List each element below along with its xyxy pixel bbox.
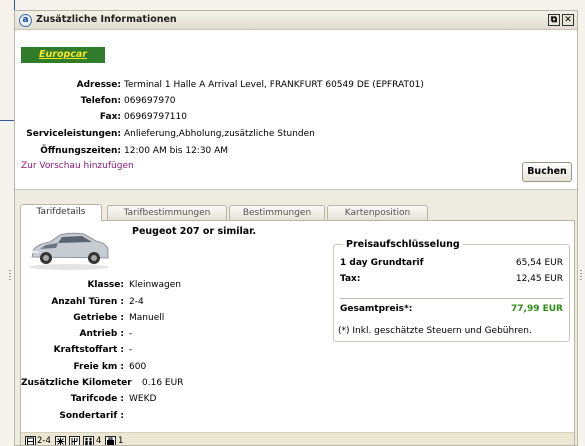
luggage-icon <box>105 436 116 445</box>
detail-label: Kraftstoffart : <box>53 345 124 355</box>
tab-area: Tarifdetails Tarifbestimmungen Bestimmun… <box>15 189 577 446</box>
price-label: Tax: <box>340 274 361 284</box>
detail-row: Zusätzliche Kilometer 0.16 EUR <box>21 377 321 390</box>
passengers-count: 4 <box>96 436 102 446</box>
detail-row: Tarifcode : WEKD <box>21 393 321 406</box>
detail-row: Klasse: Kleinwagen <box>21 279 321 292</box>
hours-value: 12:00 AM bis 12:30 AM <box>124 146 229 156</box>
detail-row: Anzahl Türen : 2-4 <box>21 296 321 309</box>
background-line <box>0 120 14 121</box>
car-door-icon <box>25 436 36 445</box>
detail-label: Klasse: <box>87 280 124 290</box>
car-name: Peugeot 207 or similar. <box>132 226 257 237</box>
tab-kartenposition[interactable]: Kartenposition <box>327 205 428 220</box>
detail-value: Manuell <box>129 313 165 323</box>
detail-value: 2-4 <box>129 297 144 307</box>
detail-row: Antrieb : - <box>21 328 321 341</box>
total-row: Gesamtpreis*: 77,99 EUR <box>340 303 563 316</box>
detail-row: Freie km : 600 <box>21 361 321 374</box>
price-value: 65,54 EUR <box>515 258 563 268</box>
resize-grip-left[interactable] <box>9 270 11 280</box>
detail-row: Sondertarif : <box>21 410 321 423</box>
detail-row: Kraftstoffart : - <box>21 344 321 357</box>
passengers-icon <box>83 436 94 445</box>
background-line <box>14 0 15 10</box>
europcar-logo: Europcar <box>21 47 105 63</box>
air-conditioning-icon <box>55 436 66 445</box>
detail-label: Antrieb : <box>79 329 124 339</box>
tax-note: (*) Inkl. geschätzte Steuern und Gebühre… <box>338 326 532 336</box>
app-icon: a <box>19 14 32 27</box>
tab-bestimmungen[interactable]: Bestimmungen <box>229 205 325 220</box>
phone-label: Telefon: <box>80 96 121 106</box>
detail-label: Sondertarif : <box>59 411 124 421</box>
tab-tarifbestimmungen[interactable]: Tarifbestimmungen <box>107 205 227 220</box>
hours-label: Öffnungszeiten: <box>40 146 121 156</box>
services-label: Serviceleistungen: <box>26 129 121 139</box>
close-button[interactable]: ✕ <box>562 14 574 26</box>
detail-label: Zusätzliche Kilometer <box>21 378 132 388</box>
manual-transmission-icon <box>69 436 80 445</box>
resize-grip-right[interactable] <box>580 270 582 280</box>
address-value: Terminal 1 Halle A Arrival Level, FRANKF… <box>124 80 424 90</box>
detail-value: 600 <box>129 362 147 372</box>
luggage-count: 1 <box>118 436 124 446</box>
detail-label: Freie km : <box>73 362 124 372</box>
info-dialog: a Zusätzliche Informationen ⧉ ✕ Europcar… <box>14 10 578 446</box>
detail-label: Getriebe : <box>73 313 124 323</box>
price-label: 1 day Grundtarif <box>340 258 424 268</box>
address-label: Adresse: <box>76 80 121 90</box>
title-bar[interactable]: a Zusätzliche Informationen ⧉ ✕ <box>15 11 577 30</box>
tarifdetails-panel: Peugeot 207 or similar. Klasse: Kleinwag… <box>20 220 575 446</box>
detail-value: WEKD <box>129 394 157 404</box>
price-row: 1 day Grundtarif 65,54 EUR <box>340 257 563 270</box>
price-divider <box>340 298 563 299</box>
detail-label: Anzahl Türen : <box>51 297 124 307</box>
price-breakdown: Preisaufschlüsselung 1 day Grundtarif 65… <box>333 239 570 342</box>
detail-value: Kleinwagen <box>129 280 181 290</box>
total-value: 77,99 EUR <box>511 304 563 314</box>
add-to-preview-link[interactable]: Zur Vorschau hinzufügen <box>21 161 134 171</box>
car-image <box>29 232 109 270</box>
phone-value: 069697970 <box>124 96 176 106</box>
detail-value: - <box>129 345 133 355</box>
dialog-title: Zusätzliche Informationen <box>36 14 177 25</box>
detail-value: - <box>129 329 133 339</box>
book-button[interactable]: Buchen <box>522 162 572 182</box>
doors-count: 2-4 <box>37 436 51 446</box>
detail-label: Tarifcode : <box>70 394 124 404</box>
features-bar: 2-4 4 1 <box>21 432 574 446</box>
tab-tarifdetails[interactable]: Tarifdetails <box>20 204 102 221</box>
restore-button[interactable]: ⧉ <box>548 14 560 26</box>
services-value: Anlieferung,Abholung,zusätzliche Stunden <box>124 129 315 139</box>
fax-value: 06969797110 <box>124 112 187 122</box>
total-label: Gesamtpreis*: <box>340 304 413 314</box>
price-value: 12,45 EUR <box>515 274 563 284</box>
price-row: Tax: 12,45 EUR <box>340 273 563 286</box>
detail-row: Getriebe : Manuell <box>21 312 321 325</box>
fax-label: Fax: <box>99 112 121 122</box>
detail-value: 0.16 EUR <box>142 378 184 388</box>
price-breakdown-legend: Preisaufschlüsselung <box>343 239 463 250</box>
